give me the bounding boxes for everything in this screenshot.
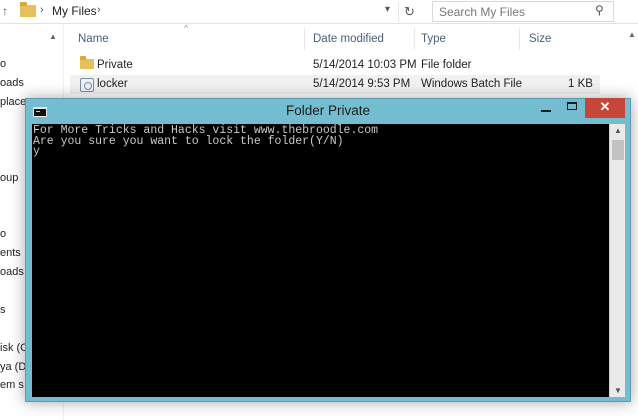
column-divider[interactable] <box>304 28 305 50</box>
nav-item[interactable]: em s <box>0 379 24 391</box>
chevron-right-icon[interactable]: › <box>97 4 101 16</box>
maximize-icon <box>567 102 577 110</box>
up-arrow-icon[interactable]: ↑ <box>2 4 8 18</box>
file-type: File folder <box>421 59 472 71</box>
nav-item[interactable]: oads <box>0 77 24 89</box>
sort-ascending-icon: ^ <box>184 23 189 33</box>
folder-icon <box>20 2 36 17</box>
scroll-up-icon[interactable]: ▲ <box>614 126 622 135</box>
nav-item[interactable]: ents <box>0 247 21 259</box>
console-output[interactable]: For More Tricks and Hacks visit www.theb… <box>32 124 609 397</box>
column-headers: ^ Name Date modified Type Size <box>66 23 638 54</box>
scrollbar-thumb[interactable] <box>612 140 624 160</box>
column-header-name[interactable]: Name <box>78 33 109 45</box>
console-line: y <box>33 145 40 158</box>
minimize-button[interactable] <box>533 98 559 118</box>
file-name: locker <box>97 78 128 90</box>
nav-item[interactable]: oup <box>0 172 18 184</box>
file-date-modified: 5/14/2014 9:53 PM <box>313 78 411 90</box>
search-icon[interactable]: ⚲ <box>595 3 604 17</box>
batch-file-icon <box>80 78 94 92</box>
file-type: Windows Batch File <box>421 78 522 90</box>
nav-item[interactable]: s <box>0 304 6 316</box>
console-title-bar[interactable]: Folder Private ✕ <box>26 98 630 123</box>
refresh-icon[interactable]: ↻ <box>398 2 420 22</box>
nav-item[interactable]: ya (D <box>0 361 26 373</box>
column-header-date-modified[interactable]: Date modified <box>313 33 384 45</box>
nav-item[interactable]: o <box>0 58 6 70</box>
column-divider[interactable] <box>519 28 520 50</box>
nav-item[interactable]: oads <box>0 266 24 278</box>
chevron-down-icon[interactable]: ▾ <box>385 4 390 15</box>
console-line: Are you sure you want to lock the folder… <box>33 134 344 148</box>
file-name: Private <box>97 59 133 71</box>
minimize-icon <box>541 110 551 112</box>
explorer-scrollbar[interactable]: ▲ <box>626 26 638 106</box>
scroll-up-icon[interactable]: ▲ <box>49 32 57 41</box>
column-header-type[interactable]: Type <box>421 33 446 45</box>
nav-item[interactable]: isk (C <box>0 342 28 354</box>
file-size: 1 KB <box>568 78 593 90</box>
scroll-up-icon[interactable]: ▲ <box>628 30 636 39</box>
file-row-locker[interactable]: locker 5/14/2014 9:53 PM Windows Batch F… <box>70 75 600 94</box>
column-divider[interactable] <box>414 28 415 50</box>
file-date-modified: 5/14/2014 10:03 PM <box>313 59 417 71</box>
maximize-button[interactable] <box>559 98 585 118</box>
nav-item[interactable]: place <box>0 96 26 108</box>
file-row-private[interactable]: Private 5/14/2014 10:03 PM File folder <box>70 56 600 75</box>
column-header-size[interactable]: Size <box>529 33 551 45</box>
scroll-down-icon[interactable]: ▼ <box>614 386 622 395</box>
search-input[interactable]: Search My Files <box>432 1 614 22</box>
nav-item[interactable]: o <box>0 228 6 240</box>
breadcrumb-my-files[interactable]: My Files <box>52 4 97 18</box>
command-prompt-window[interactable]: Folder Private ✕ For More Tricks and Hac… <box>25 98 631 402</box>
folder-icon <box>80 56 94 69</box>
console-scrollbar[interactable]: ▲ ▼ <box>609 124 625 397</box>
chevron-right-icon[interactable]: › <box>40 4 44 16</box>
close-button[interactable]: ✕ <box>585 98 625 118</box>
